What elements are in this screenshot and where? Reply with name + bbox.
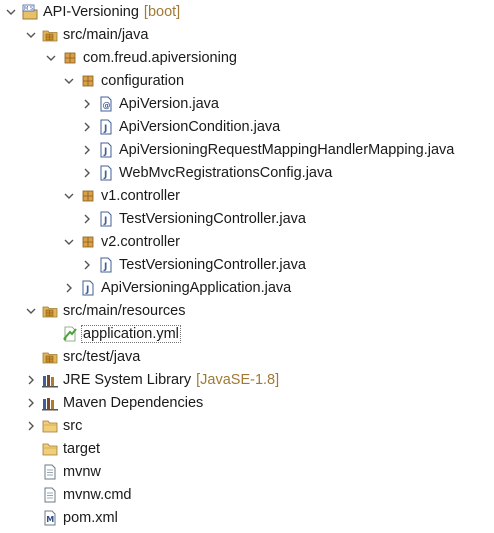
tree-item-folder-target[interactable]: target [0, 437, 494, 460]
tree-item-file-apiversioncondition[interactable]: J ApiVersionCondition.java [0, 115, 494, 138]
library-icon [42, 395, 58, 411]
chevron-down-icon[interactable] [44, 51, 58, 65]
tree-item-label: application.yml [81, 324, 181, 343]
boot-decoration: [boot] [143, 3, 181, 20]
svg-text:M: M [46, 515, 54, 524]
package-icon [80, 234, 96, 250]
maven-project-icon: M S [22, 4, 38, 20]
yml-file-icon [62, 326, 78, 342]
svg-text:J: J [103, 147, 107, 157]
folder-icon [42, 441, 58, 457]
tree-item-file-application-yml[interactable]: application.yml [0, 322, 494, 345]
chevron-right-icon[interactable] [24, 373, 38, 387]
chevron-down-icon[interactable] [62, 235, 76, 249]
chevron-right-icon[interactable] [80, 120, 94, 134]
tree-item-src-main-resources[interactable]: src/main/resources [0, 299, 494, 322]
tree-item-project[interactable]: M S API-Versioning [boot] [0, 0, 494, 23]
java-annotation-file-icon: @ [98, 96, 114, 112]
svg-text:J: J [103, 216, 107, 226]
source-folder-icon [42, 303, 58, 319]
tree-item-label: ApiVersioningRequestMappingHandlerMappin… [119, 141, 455, 158]
tree-item-file-mvnw[interactable]: mvnw [0, 460, 494, 483]
chevron-down-icon[interactable] [24, 304, 38, 318]
package-icon [80, 188, 96, 204]
chevron-right-icon[interactable] [80, 166, 94, 180]
source-folder-icon [42, 27, 58, 43]
svg-text:J: J [103, 124, 107, 134]
tree-item-file-application[interactable]: J ApiVersioningApplication.java [0, 276, 494, 299]
tree-item-label: Maven Dependencies [63, 394, 204, 411]
tree-item-label: mvnw.cmd [63, 486, 132, 503]
tree-item-label: ApiVersion.java [119, 95, 219, 112]
svg-text:J: J [85, 285, 89, 295]
project-explorer-tree: M S API-Versioning [boot] src/main/java [0, 0, 494, 533]
chevron-right-icon[interactable] [80, 97, 94, 111]
tree-item-package-v2[interactable]: v2.controller [0, 230, 494, 253]
tree-item-folder-src[interactable]: src [0, 414, 494, 437]
tree-item-file-v2-controller[interactable]: J TestVersioningController.java [0, 253, 494, 276]
tree-item-file-handlermapping[interactable]: J ApiVersioningRequestMappingHandlerMapp… [0, 138, 494, 161]
jre-version-decoration: [JavaSE-1.8] [196, 371, 280, 388]
tree-item-label: src/main/resources [63, 302, 186, 319]
java-file-icon: J [98, 211, 114, 227]
chevron-down-icon[interactable] [62, 74, 76, 88]
source-folder-icon [42, 349, 58, 365]
tree-item-label: WebMvcRegistrationsConfig.java [119, 164, 333, 181]
tree-item-label: TestVersioningController.java [119, 210, 306, 227]
maven-pom-icon: M [42, 510, 58, 526]
svg-text:J: J [103, 262, 107, 272]
tree-item-file-apiversion[interactable]: @ ApiVersion.java [0, 92, 494, 115]
chevron-right-icon[interactable] [80, 212, 94, 226]
package-icon [62, 50, 78, 66]
tree-item-maven-dependencies[interactable]: Maven Dependencies [0, 391, 494, 414]
java-file-icon: J [80, 280, 96, 296]
chevron-right-icon[interactable] [80, 258, 94, 272]
java-file-icon: J [98, 119, 114, 135]
tree-item-label: v1.controller [101, 187, 180, 204]
text-file-icon [42, 487, 58, 503]
tree-item-label: src/main/java [63, 26, 149, 43]
chevron-right-icon[interactable] [80, 143, 94, 157]
text-file-icon [42, 464, 58, 480]
svg-text:@: @ [103, 101, 111, 110]
chevron-down-icon[interactable] [4, 5, 18, 19]
tree-item-label: pom.xml [63, 509, 118, 526]
svg-text:J: J [103, 170, 107, 180]
tree-item-label: API-Versioning [43, 3, 139, 20]
tree-item-src-test-java[interactable]: src/test/java [0, 345, 494, 368]
chevron-down-icon[interactable] [62, 189, 76, 203]
tree-item-jre-library[interactable]: JRE System Library [JavaSE-1.8] [0, 368, 494, 391]
tree-item-file-mvnw-cmd[interactable]: mvnw.cmd [0, 483, 494, 506]
tree-item-file-pom[interactable]: M pom.xml [0, 506, 494, 529]
tree-item-package-root[interactable]: com.freud.apiversioning [0, 46, 494, 69]
tree-item-label: configuration [101, 72, 185, 89]
chevron-down-icon[interactable] [24, 28, 38, 42]
chevron-right-icon[interactable] [24, 419, 38, 433]
tree-item-label: com.freud.apiversioning [83, 49, 237, 66]
tree-item-label: target [63, 440, 101, 457]
tree-item-label: mvnw [63, 463, 101, 480]
tree-item-label: ApiVersioningApplication.java [101, 279, 292, 296]
java-file-icon: J [98, 257, 114, 273]
package-icon [80, 73, 96, 89]
tree-item-label: src/test/java [63, 348, 141, 365]
folder-icon [42, 418, 58, 434]
tree-item-package-v1[interactable]: v1.controller [0, 184, 494, 207]
java-file-icon: J [98, 165, 114, 181]
java-file-icon: J [98, 142, 114, 158]
library-icon [42, 372, 58, 388]
tree-item-label: v2.controller [101, 233, 180, 250]
tree-item-label: JRE System Library [63, 371, 192, 388]
tree-item-label: src [63, 417, 83, 434]
svg-text:M S: M S [24, 6, 33, 12]
tree-item-label: ApiVersionCondition.java [119, 118, 281, 135]
tree-item-src-main-java[interactable]: src/main/java [0, 23, 494, 46]
tree-item-file-webmvcconfig[interactable]: J WebMvcRegistrationsConfig.java [0, 161, 494, 184]
tree-item-package-configuration[interactable]: configuration [0, 69, 494, 92]
tree-item-file-v1-controller[interactable]: J TestVersioningController.java [0, 207, 494, 230]
tree-item-label: TestVersioningController.java [119, 256, 306, 273]
chevron-right-icon[interactable] [24, 396, 38, 410]
chevron-right-icon[interactable] [62, 281, 76, 295]
